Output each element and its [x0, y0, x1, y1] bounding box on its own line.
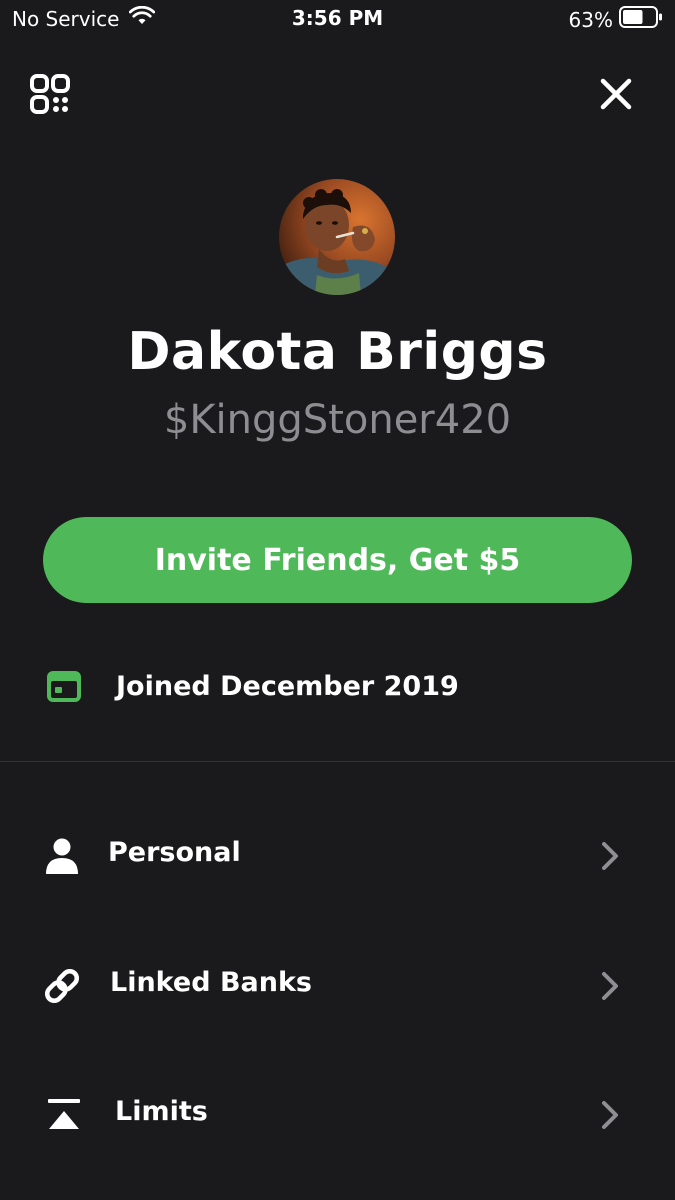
- joined-date-text: Joined December 2019: [116, 670, 459, 702]
- battery-icon: [619, 6, 663, 33]
- calendar-icon: [47, 671, 81, 702]
- qr-code-icon: [30, 74, 70, 114]
- menu-item-label: Personal: [108, 837, 241, 868]
- battery-percent: 63%: [568, 7, 613, 32]
- qr-code-button[interactable]: [30, 74, 70, 114]
- section-divider: [0, 761, 675, 762]
- link-icon: [42, 966, 82, 1006]
- joined-date-row: Joined December 2019: [46, 664, 459, 708]
- menu-item-linked-banks[interactable]: Linked Banks: [0, 941, 675, 1031]
- invite-friends-button[interactable]: Invite Friends, Get $5: [43, 517, 632, 603]
- chevron-right-icon: [600, 1099, 620, 1131]
- avatar-photo: [279, 179, 395, 295]
- menu-item-label: Limits: [115, 1096, 208, 1127]
- status-bar: No Service 3:56 PM 63%: [0, 0, 675, 38]
- limits-icon: [46, 1095, 86, 1135]
- close-icon: [600, 78, 632, 110]
- menu-item-limits[interactable]: Limits: [0, 1070, 675, 1160]
- close-button[interactable]: [598, 76, 634, 112]
- battery-fill: [623, 10, 643, 24]
- person-icon: [42, 836, 82, 876]
- profile-cashtag: $KinggStoner420: [163, 397, 512, 443]
- chevron-right-icon: [600, 840, 620, 872]
- menu-item-personal[interactable]: Personal: [0, 811, 675, 901]
- status-right: 63%: [569, 6, 663, 33]
- menu-item-label: Linked Banks: [110, 967, 312, 998]
- profile-name: Dakota Briggs: [127, 322, 548, 382]
- chevron-right-icon: [600, 970, 620, 1002]
- invite-button-label: Invite Friends, Get $5: [154, 542, 521, 578]
- avatar[interactable]: [279, 179, 395, 295]
